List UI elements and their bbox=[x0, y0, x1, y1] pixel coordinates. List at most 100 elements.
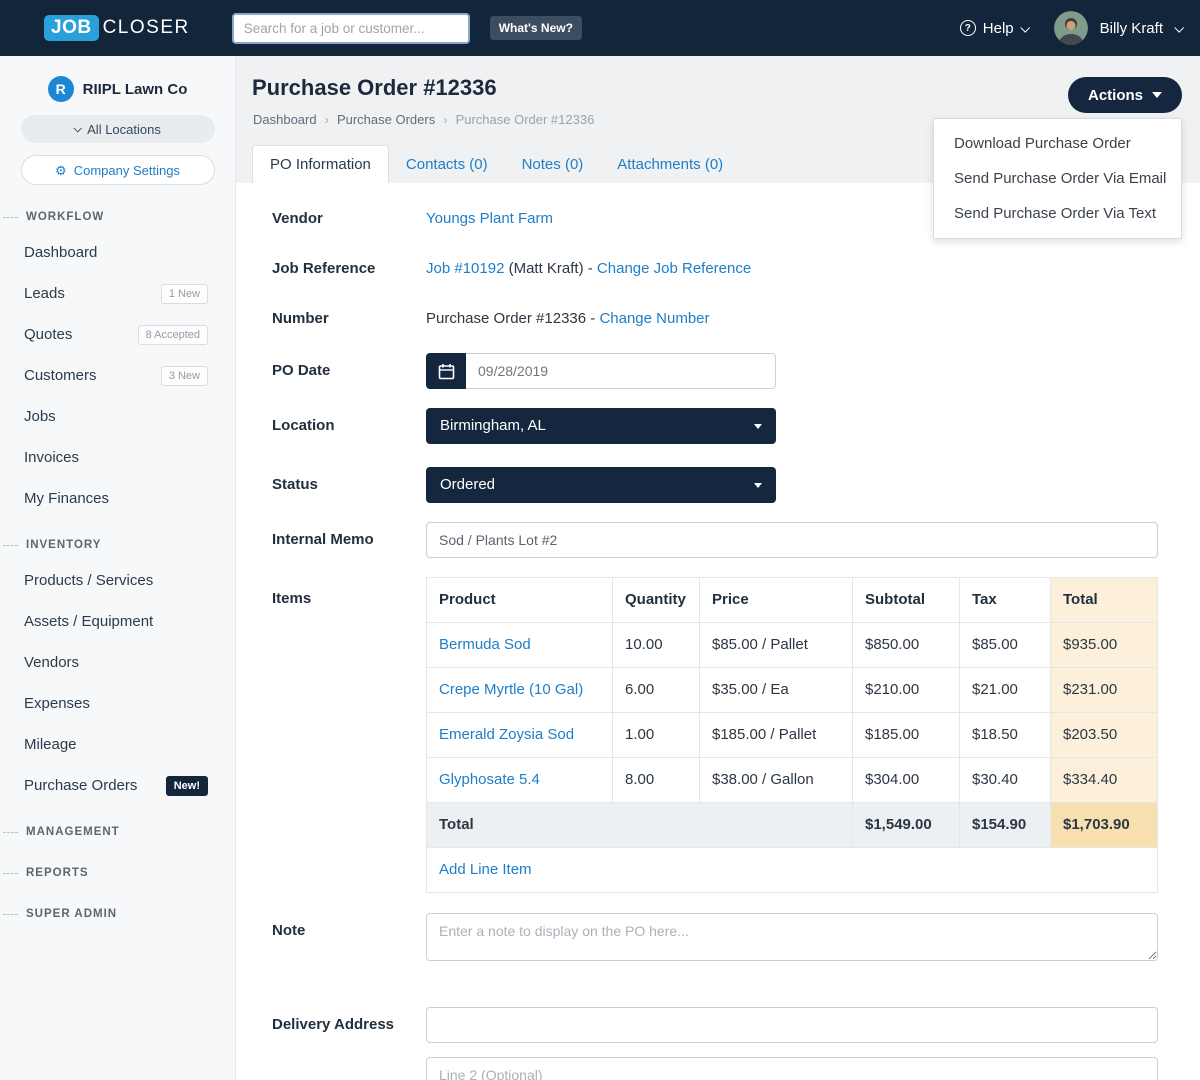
quantity-cell: 6.00 bbox=[613, 668, 700, 713]
status-select[interactable]: Ordered bbox=[426, 467, 776, 503]
caret-down-icon bbox=[1152, 92, 1162, 98]
sidebar-section-super-admin[interactable]: SUPER ADMIN bbox=[0, 888, 235, 929]
logo-secondary: CLOSER bbox=[103, 17, 190, 39]
col-header-total: Total bbox=[1051, 578, 1158, 623]
table-row: Crepe Myrtle (10 Gal) 6.00 $35.00 / Ea $… bbox=[427, 668, 1158, 713]
product-link[interactable]: Glyphosate 5.4 bbox=[439, 771, 540, 788]
table-row: Glyphosate 5.4 8.00 $38.00 / Gallon $304… bbox=[427, 758, 1158, 803]
sidebar-item-assets-equipment[interactable]: Assets / Equipment bbox=[0, 601, 235, 642]
all-locations-label: All Locations bbox=[87, 122, 161, 137]
tab-notes[interactable]: Notes (0) bbox=[505, 146, 601, 183]
actions-button[interactable]: Actions bbox=[1068, 77, 1182, 113]
new-badge: New! bbox=[166, 776, 208, 796]
company-settings-button[interactable]: ⚙ Company Settings bbox=[21, 155, 215, 185]
total-row-subtotal: $1,549.00 bbox=[853, 803, 960, 848]
sidebar-item-purchase-orders[interactable]: Purchase Orders New! bbox=[0, 765, 235, 806]
note-label: Note bbox=[272, 913, 426, 967]
subtotal-cell: $185.00 bbox=[853, 713, 960, 758]
tab-po-information[interactable]: PO Information bbox=[252, 145, 389, 183]
sidebar-item-vendors[interactable]: Vendors bbox=[0, 642, 235, 683]
change-number-link[interactable]: Change Number bbox=[599, 310, 709, 327]
breadcrumb-purchase-orders[interactable]: Purchase Orders bbox=[337, 112, 435, 127]
internal-memo-row: Internal Memo bbox=[272, 522, 1158, 558]
count-badge: 3 New bbox=[161, 366, 208, 386]
sidebar-item-invoices[interactable]: Invoices bbox=[0, 437, 235, 478]
sidebar-item-jobs[interactable]: Jobs bbox=[0, 396, 235, 437]
internal-memo-input[interactable] bbox=[426, 522, 1158, 558]
vendor-label: Vendor bbox=[272, 209, 426, 229]
help-menu[interactable]: ? Help bbox=[960, 20, 1028, 37]
po-date-group bbox=[426, 353, 776, 389]
sidebar-item-label: Mileage bbox=[24, 734, 77, 755]
number-label: Number bbox=[272, 309, 426, 329]
po-information-panel: Vendor Youngs Plant Farm Job Reference J… bbox=[236, 183, 1200, 1080]
search-input[interactable] bbox=[232, 13, 470, 44]
section-label: REPORTS bbox=[26, 867, 89, 879]
status-row: Status Ordered bbox=[272, 467, 1158, 503]
tab-contacts[interactable]: Contacts (0) bbox=[389, 146, 505, 183]
sidebar-item-label: Customers bbox=[24, 365, 97, 386]
product-link[interactable]: Crepe Myrtle (10 Gal) bbox=[439, 681, 583, 698]
sidebar-item-dashboard[interactable]: Dashboard bbox=[0, 232, 235, 273]
note-textarea[interactable] bbox=[426, 913, 1158, 961]
breadcrumb-dashboard[interactable]: Dashboard bbox=[253, 112, 317, 127]
po-date-input[interactable] bbox=[466, 353, 776, 389]
col-header-subtotal: Subtotal bbox=[853, 578, 960, 623]
sidebar-item-expenses[interactable]: Expenses bbox=[0, 683, 235, 724]
total-row-grand-total: $1,703.90 bbox=[1051, 803, 1158, 848]
tab-attachments[interactable]: Attachments (0) bbox=[600, 146, 740, 183]
sidebar-item-customers[interactable]: Customers 3 New bbox=[0, 355, 235, 396]
product-link[interactable]: Emerald Zoysia Sod bbox=[439, 726, 574, 743]
user-menu-name[interactable]: Billy Kraft bbox=[1100, 20, 1163, 37]
sidebar-item-products-services[interactable]: Products / Services bbox=[0, 560, 235, 601]
menu-item-download-purchase-order[interactable]: Download Purchase Order bbox=[934, 126, 1181, 161]
change-job-reference-link[interactable]: Change Job Reference bbox=[597, 260, 751, 277]
location-select[interactable]: Birmingham, AL bbox=[426, 408, 776, 444]
add-line-item-link[interactable]: Add Line Item bbox=[439, 861, 532, 878]
location-selected-value: Birmingham, AL bbox=[440, 416, 546, 436]
sidebar-item-label: Invoices bbox=[24, 447, 79, 468]
delivery-address-line2-input[interactable] bbox=[426, 1057, 1158, 1080]
menu-item-send-purchase-order-email[interactable]: Send Purchase Order Via Email bbox=[934, 161, 1181, 196]
delivery-address-label: Delivery Address bbox=[272, 1007, 426, 1080]
po-date-label: PO Date bbox=[272, 353, 426, 389]
sidebar: R RIIPL Lawn Co All Locations ⚙ Company … bbox=[0, 56, 236, 1080]
product-link[interactable]: Bermuda Sod bbox=[439, 636, 531, 653]
price-cell: $35.00 / Ea bbox=[700, 668, 853, 713]
app-logo[interactable]: JOB CLOSER bbox=[44, 15, 190, 41]
sidebar-item-label: My Finances bbox=[24, 488, 109, 509]
total-row-label: Total bbox=[427, 803, 853, 848]
col-header-product: Product bbox=[427, 578, 613, 623]
table-row: Bermuda Sod 10.00 $85.00 / Pallet $850.0… bbox=[427, 623, 1158, 668]
sidebar-item-leads[interactable]: Leads1 New bbox=[0, 273, 235, 314]
total-cell: $203.50 bbox=[1051, 713, 1158, 758]
breadcrumb-separator: › bbox=[325, 112, 329, 127]
sidebar-item-label: Purchase Orders bbox=[24, 775, 137, 796]
location-label: Location bbox=[272, 408, 426, 444]
table-row: Emerald Zoysia Sod 1.00 $185.00 / Pallet… bbox=[427, 713, 1158, 758]
whats-new-button[interactable]: What's New? bbox=[490, 16, 582, 40]
sidebar-item-my-finances[interactable]: My Finances bbox=[0, 478, 235, 519]
sidebar-item-mileage[interactable]: Mileage bbox=[0, 724, 235, 765]
tax-cell: $18.50 bbox=[960, 713, 1051, 758]
user-avatar[interactable] bbox=[1054, 11, 1088, 45]
menu-item-send-purchase-order-text[interactable]: Send Purchase Order Via Text bbox=[934, 196, 1181, 231]
items-row: Items Product Quantity Price Subtotal Ta… bbox=[272, 577, 1158, 893]
section-dash bbox=[3, 873, 18, 874]
quantity-cell: 1.00 bbox=[613, 713, 700, 758]
status-selected-value: Ordered bbox=[440, 475, 495, 495]
job-link[interactable]: Job #10192 bbox=[426, 260, 504, 277]
number-row: Number Purchase Order #12336 - Change Nu… bbox=[272, 309, 1158, 329]
sidebar-section-management[interactable]: MANAGEMENT bbox=[0, 806, 235, 847]
sidebar-item-quotes[interactable]: Quotes8 Accepted bbox=[0, 314, 235, 355]
page-title: Purchase Order #12336 bbox=[236, 56, 1200, 101]
company-switcher[interactable]: R RIIPL Lawn Co bbox=[0, 76, 235, 102]
calendar-button[interactable] bbox=[426, 353, 466, 389]
vendor-link[interactable]: Youngs Plant Farm bbox=[426, 210, 553, 227]
delivery-address-line1-input[interactable] bbox=[426, 1007, 1158, 1043]
sidebar-section-reports[interactable]: REPORTS bbox=[0, 847, 235, 888]
section-dash bbox=[3, 914, 18, 915]
all-locations-dropdown[interactable]: All Locations bbox=[21, 115, 215, 143]
quantity-cell: 8.00 bbox=[613, 758, 700, 803]
section-label: SUPER ADMIN bbox=[26, 908, 117, 920]
